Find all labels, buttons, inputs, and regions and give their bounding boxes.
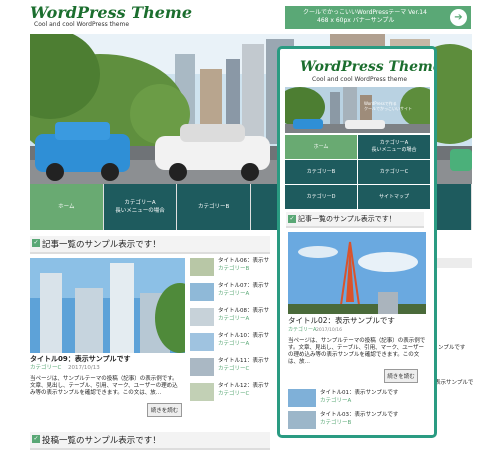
phone-logo[interactable]: WordPress Theme bbox=[300, 59, 434, 75]
phone-nav-item[interactable]: カテゴリーC bbox=[358, 160, 430, 184]
check-icon: ✓ bbox=[32, 239, 40, 247]
phone-list-thumbnail[interactable] bbox=[288, 389, 316, 407]
phone-nav-item[interactable]: カテゴリーA 長いメニューの場合 bbox=[358, 135, 430, 159]
list-item-category[interactable]: カテゴリーA bbox=[218, 316, 249, 323]
list-item-category[interactable]: カテゴリーB bbox=[218, 266, 249, 273]
banner-line2: 468 x 60px バナーサンプル bbox=[317, 17, 395, 24]
list-item-thumbnail[interactable] bbox=[190, 383, 214, 401]
nav-category-b[interactable]: カテゴリーB bbox=[177, 184, 252, 230]
check-icon: ✓ bbox=[288, 215, 296, 223]
list-item-category[interactable]: カテゴリーA bbox=[218, 291, 249, 298]
phone-nav: ホーム カテゴリーA 長いメニューの場合 カテゴリーB カテゴリーC カテゴリーD サイト… bbox=[285, 135, 430, 209]
main-article-excerpt: 当ページは、サンプルテーマの投稿（記事）の表示例です。文章、見出し、テーブル、引… bbox=[30, 376, 178, 396]
phone-nav-item[interactable]: サイトマップ bbox=[358, 185, 430, 209]
right-snippet-1: ンプルです bbox=[438, 345, 466, 351]
phone-article-category[interactable]: カテゴリーA bbox=[288, 327, 316, 334]
list-item-title[interactable]: タイトル12：表示サ bbox=[218, 383, 269, 390]
section-title-text: 記事一覧のサンプル表示です！ bbox=[42, 240, 161, 250]
phone-nav-item[interactable]: カテゴリーB bbox=[285, 160, 357, 184]
check-icon: ✓ bbox=[32, 435, 40, 443]
phone-article-date: 2017/10/16 bbox=[316, 328, 342, 333]
banner-line1: クールでかっこいいWordPressテーマ Ver.14 bbox=[303, 9, 427, 16]
list-item[interactable]: タイトル11：表示サ カテゴリーC bbox=[190, 358, 272, 381]
phone-list-title[interactable]: タイトル03：表示サンプルです bbox=[320, 412, 398, 419]
phone-list-title[interactable]: タイトル01：表示サンプルです bbox=[320, 390, 398, 397]
list-item-title[interactable]: タイトル11：表示サ bbox=[218, 358, 269, 365]
phone-list-category[interactable]: カテゴリーB bbox=[320, 420, 351, 427]
phone-nav-item[interactable]: ホーム bbox=[285, 135, 357, 159]
main-article-date: 2017/10/13 bbox=[68, 365, 100, 371]
main-article-thumbnail[interactable] bbox=[30, 258, 185, 353]
section-title-text: 投稿一覧のサンプル表示です！ bbox=[42, 436, 161, 446]
phone-list-category[interactable]: カテゴリーA bbox=[320, 398, 351, 405]
section-title-articles: ✓ 記事一覧のサンプル表示です！ bbox=[30, 236, 270, 254]
list-item-title[interactable]: タイトル06：表示サ bbox=[218, 258, 269, 265]
phone-hero-text: WordPressで作る クールでかっこいいサイト bbox=[364, 101, 412, 111]
list-item-category[interactable]: カテゴリーC bbox=[218, 366, 249, 373]
site-logo[interactable]: WordPress Theme bbox=[30, 3, 192, 22]
list-item-thumbnail[interactable] bbox=[190, 333, 214, 351]
nav-category-a[interactable]: カテゴリーA 長いメニューの場合 bbox=[103, 184, 178, 230]
phone-tagline: Cool and cool WordPress theme bbox=[312, 76, 408, 83]
main-article-title[interactable]: タイトル09：表示サンプルです bbox=[30, 356, 131, 363]
list-item-thumbnail[interactable] bbox=[190, 358, 214, 376]
list-item-thumbnail[interactable] bbox=[190, 308, 214, 326]
list-item[interactable]: タイトル10：表示サ カテゴリーA bbox=[190, 333, 272, 356]
header-banner[interactable]: クールでかっこいいWordPressテーマ Ver.14 468 x 60px … bbox=[285, 6, 471, 29]
list-item-title[interactable]: タイトル10：表示サ bbox=[218, 333, 269, 340]
phone-section-title: ✓ 記事一覧のサンプル表示です！ bbox=[286, 212, 424, 228]
list-item-category[interactable]: カテゴリーC bbox=[218, 391, 249, 398]
nav-home[interactable]: ホーム bbox=[30, 184, 104, 230]
list-item[interactable]: タイトル08：表示サ カテゴリーA bbox=[190, 308, 272, 331]
list-item-category[interactable]: カテゴリーA bbox=[218, 341, 249, 348]
sidebar-widget bbox=[437, 258, 472, 268]
main-article-category[interactable]: カテゴリーC bbox=[30, 365, 61, 372]
phone-article-title[interactable]: タイトル02：表示サンプルです bbox=[288, 317, 395, 325]
read-more-button[interactable]: 続きを読む bbox=[147, 403, 182, 417]
list-item-title[interactable]: タイトル08：表示サ bbox=[218, 308, 269, 315]
list-item[interactable]: タイトル07：表示サ カテゴリーA bbox=[190, 283, 272, 306]
right-snippet-2: 表示サンプルで bbox=[435, 380, 474, 386]
site-tagline: Cool and cool WordPress theme bbox=[34, 21, 130, 28]
list-item[interactable]: タイトル12：表示サ カテゴリーC bbox=[190, 383, 272, 406]
list-item-title[interactable]: タイトル07：表示サ bbox=[218, 283, 269, 290]
phone-list-thumbnail[interactable] bbox=[288, 411, 316, 429]
phone-nav-item[interactable]: カテゴリーD bbox=[285, 185, 357, 209]
phone-read-more-button[interactable]: 続きを読む bbox=[384, 369, 418, 383]
arrow-right-icon: ➔ bbox=[450, 9, 467, 26]
list-item[interactable]: タイトル06：表示サ カテゴリーB bbox=[190, 258, 272, 281]
phone-preview: WordPress Theme Cool and cool WordPress … bbox=[277, 46, 437, 438]
section-title-posts: ✓ 投稿一覧のサンプル表示です！ bbox=[30, 432, 270, 450]
list-item-thumbnail[interactable] bbox=[190, 283, 214, 301]
section-title-text: 記事一覧のサンプル表示です！ bbox=[298, 215, 396, 223]
phone-article-thumbnail[interactable] bbox=[288, 232, 426, 314]
phone-list-item[interactable]: タイトル01：表示サンプルです カテゴリーA bbox=[288, 389, 426, 409]
phone-article-excerpt: 当ページは、サンプルテーマの投稿（記事）の表示例です。文章、見出し、テーブル、引… bbox=[288, 338, 426, 365]
phone-list-item[interactable]: タイトル03：表示サンプルです カテゴリーB bbox=[288, 411, 426, 431]
list-item-thumbnail[interactable] bbox=[190, 258, 214, 276]
